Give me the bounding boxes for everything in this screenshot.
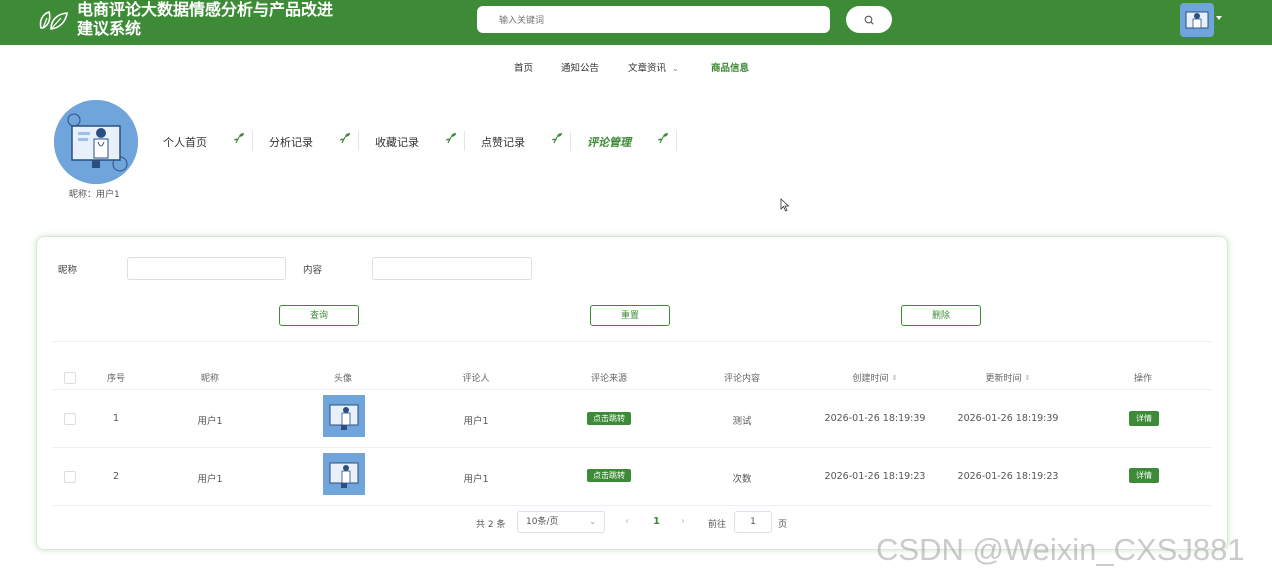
column-header-avatar: 头像 xyxy=(333,374,353,384)
menu-comment-management[interactable]: 评论管理 xyxy=(587,134,631,150)
row-commenter: 用户1 xyxy=(463,474,489,485)
chevron-down-icon: ⌄ xyxy=(589,517,596,526)
content-filter-label: 内容 xyxy=(303,265,323,276)
column-header-commenter: 评论人 xyxy=(462,374,490,384)
detail-button[interactable]: 详情 xyxy=(1129,411,1159,426)
column-header-created[interactable]: 创建时间 ⇕ xyxy=(853,371,898,384)
goto-label: 前往 xyxy=(708,520,727,530)
row-created-time: 2026-01-26 18:19:39 xyxy=(824,413,926,424)
nav-products[interactable]: 商品信息 xyxy=(711,60,749,74)
row-nickname: 用户1 xyxy=(197,416,223,427)
column-header-actions: 操作 xyxy=(1133,374,1153,384)
source-link-tag[interactable]: 点击跳转 xyxy=(587,412,631,425)
row-index: 1 xyxy=(112,413,120,424)
nav-articles[interactable]: 文章资讯 ⌄ xyxy=(628,60,679,74)
goto-page-input[interactable]: 1 xyxy=(734,511,772,533)
select-all-checkbox[interactable] xyxy=(64,372,76,384)
row-index: 2 xyxy=(112,471,120,482)
divider xyxy=(52,505,1212,506)
nav-articles-label: 文章资讯 xyxy=(628,63,667,74)
row-nickname: 用户1 xyxy=(197,474,223,485)
menu-favorites[interactable]: 收藏记录 xyxy=(375,134,419,150)
column-header-content: 评论内容 xyxy=(723,374,761,384)
mouse-cursor-icon xyxy=(780,198,790,212)
chevron-down-icon: ⌄ xyxy=(672,64,679,73)
next-page-icon[interactable]: › xyxy=(681,516,685,527)
sprout-icon xyxy=(658,133,668,144)
doctor-illustration-icon xyxy=(1180,3,1214,37)
column-header-nickname: 昵称 xyxy=(200,374,220,384)
menu-analysis-records[interactable]: 分析记录 xyxy=(269,134,313,150)
nav-notices[interactable]: 通知公告 xyxy=(561,60,599,74)
menu-divider xyxy=(464,131,465,151)
comment-management-card xyxy=(36,236,1228,550)
divider xyxy=(52,341,1212,342)
detail-button[interactable]: 详情 xyxy=(1129,468,1159,483)
search-icon xyxy=(864,15,874,25)
page-suffix-label: 页 xyxy=(778,520,788,530)
user-avatar[interactable] xyxy=(1180,3,1214,37)
menu-personal-home[interactable]: 个人首页 xyxy=(163,134,207,150)
row-created-time: 2026-01-26 18:19:23 xyxy=(824,471,926,482)
row-commenter: 用户1 xyxy=(463,416,489,427)
current-page-number[interactable]: 1 xyxy=(653,516,660,527)
row-checkbox[interactable] xyxy=(64,413,76,425)
caret-down-icon[interactable] xyxy=(1216,16,1222,20)
row-avatar xyxy=(323,453,365,495)
query-button[interactable]: 查询 xyxy=(279,305,359,326)
doctor-illustration-icon xyxy=(323,453,365,495)
sort-icon[interactable]: ⇕ xyxy=(892,374,898,382)
doctor-illustration-icon xyxy=(54,100,138,184)
column-header-updated-label: 更新时间 xyxy=(985,374,1022,384)
divider xyxy=(52,447,1212,448)
profile-avatar xyxy=(54,100,138,184)
profile-nickname: 昵称：用户1 xyxy=(69,190,120,200)
column-header-created-label: 创建时间 xyxy=(852,374,889,384)
row-content: 测试 xyxy=(732,416,752,427)
search-button[interactable] xyxy=(846,6,892,33)
sort-icon[interactable]: ⇕ xyxy=(1025,374,1031,382)
pagination-total: 共 2 条 xyxy=(476,520,506,530)
prev-page-icon[interactable]: ‹ xyxy=(625,516,629,527)
search-input[interactable] xyxy=(477,6,821,35)
row-updated-time: 2026-01-26 18:19:23 xyxy=(957,471,1059,482)
sprout-icon xyxy=(446,133,456,144)
page-size-value: 10条/页 xyxy=(526,517,559,527)
menu-divider xyxy=(358,131,359,151)
column-header-index: 序号 xyxy=(106,374,126,384)
leaf-logo-icon xyxy=(39,10,68,30)
nickname-filter-input[interactable] xyxy=(127,257,286,280)
doctor-illustration-icon xyxy=(323,395,365,437)
menu-likes[interactable]: 点赞记录 xyxy=(481,134,525,150)
watermark: CSDN @Weixin_CXSJ881 xyxy=(876,532,1245,567)
row-checkbox[interactable] xyxy=(64,471,76,483)
app-title: 电商评论大数据情感分析与产品改进建议系统 xyxy=(77,0,334,38)
nickname-filter-label: 昵称 xyxy=(58,265,78,276)
row-content: 次数 xyxy=(732,474,752,485)
menu-divider xyxy=(252,131,253,151)
column-header-updated[interactable]: 更新时间 ⇕ xyxy=(986,371,1031,384)
reset-button[interactable]: 重置 xyxy=(590,305,670,326)
row-updated-time: 2026-01-26 18:19:39 xyxy=(957,413,1059,424)
divider xyxy=(52,389,1212,390)
menu-divider xyxy=(676,131,677,151)
menu-divider xyxy=(570,131,571,151)
nav-home[interactable]: 首页 xyxy=(514,60,533,74)
search-box[interactable] xyxy=(477,6,830,35)
sprout-icon xyxy=(552,133,562,144)
page-size-select[interactable]: 10条/页 ⌄ xyxy=(517,511,605,533)
delete-button[interactable]: 删除 xyxy=(901,305,981,326)
row-avatar xyxy=(323,395,365,437)
sprout-icon xyxy=(340,133,350,144)
content-filter-input[interactable] xyxy=(372,257,532,280)
sprout-icon xyxy=(234,133,244,144)
source-link-tag[interactable]: 点击跳转 xyxy=(587,469,631,482)
column-header-source: 评论来源 xyxy=(590,374,628,384)
